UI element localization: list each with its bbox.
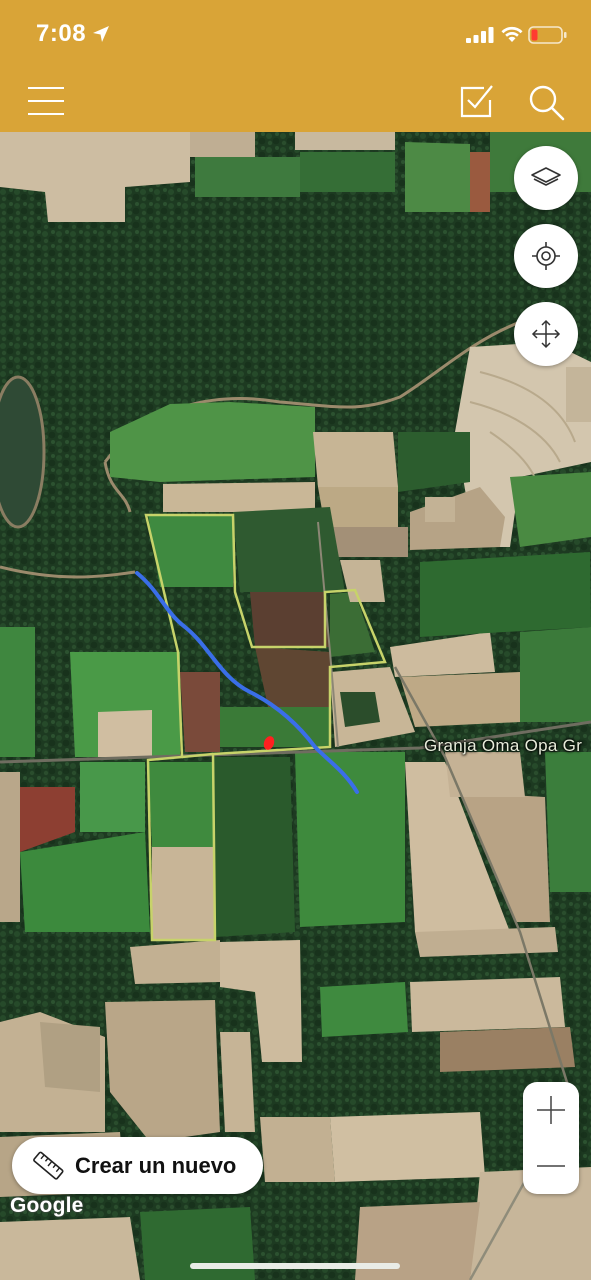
menu-icon (28, 87, 64, 115)
create-new-button[interactable]: Crear un nuevo (12, 1137, 263, 1194)
search-icon (529, 85, 565, 121)
move-button[interactable] (514, 302, 578, 366)
zoom-out-button[interactable] (523, 1138, 579, 1194)
minus-icon (537, 1165, 565, 1167)
zoom-control (523, 1082, 579, 1194)
google-attribution: Google (10, 1194, 84, 1217)
battery-icon (528, 26, 567, 44)
status-time: 7:08 (36, 20, 87, 47)
my-location-button[interactable] (514, 224, 578, 288)
road-label: Granja Oma Opa Gr (424, 736, 583, 755)
search-button[interactable] (526, 82, 566, 122)
location-arrow-icon (93, 26, 109, 42)
app-toolbar (0, 70, 591, 132)
menu-button[interactable] (26, 82, 66, 122)
checkbox-edit-icon (460, 85, 493, 118)
wifi-icon (501, 26, 523, 42)
status-bar: 7:08 (0, 0, 591, 70)
home-indicator (190, 1263, 400, 1269)
plus-icon (537, 1096, 565, 1124)
layers-icon (531, 167, 561, 186)
layers-button[interactable] (514, 146, 578, 210)
edit-tasks-button[interactable] (458, 82, 498, 122)
satellite-imagery (0, 132, 591, 1280)
create-new-label: Crear un nuevo (75, 1153, 237, 1178)
move-icon (531, 319, 561, 349)
ruler-icon (33, 1151, 64, 1180)
locate-icon (532, 242, 560, 270)
cell-signal-icon (466, 27, 494, 43)
satellite-map[interactable]: Granja Oma Opa Gr Crear un nuevo Google (0, 132, 591, 1280)
zoom-in-button[interactable] (523, 1082, 579, 1138)
